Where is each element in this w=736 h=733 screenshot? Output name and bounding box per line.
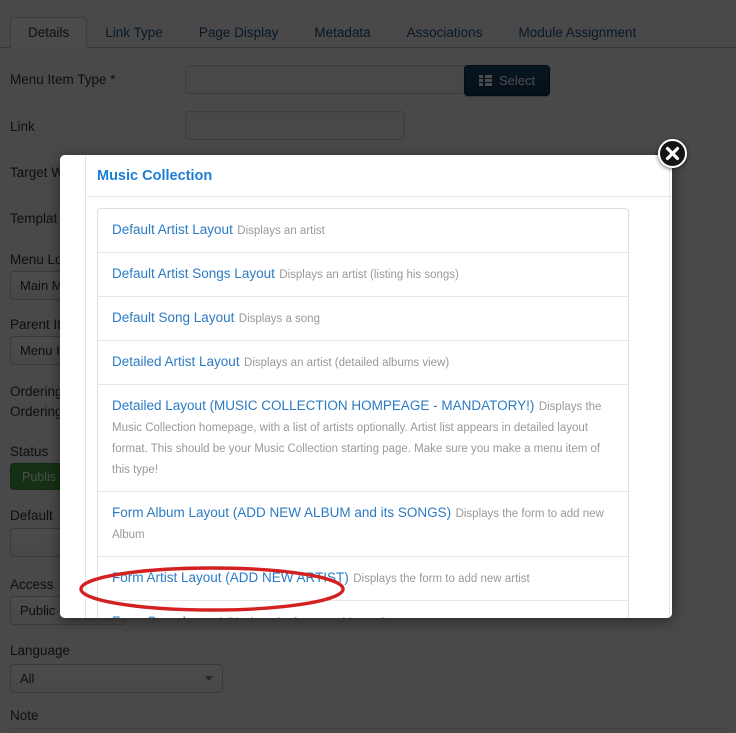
- list-item-name: Detailed Artist Layout: [112, 354, 240, 369]
- list-item-desc: Displays an artist (detailed albums view…: [244, 357, 450, 369]
- list-item[interactable]: Form Album Layout (ADD NEW ALBUM and its…: [98, 492, 628, 557]
- modal-scroll-area[interactable]: Default Artist Layout Displays an artist…: [87, 198, 672, 618]
- list-item-name: Default Artist Layout: [112, 222, 233, 237]
- list-item[interactable]: Form Artist Layout (ADD NEW ARTIST) Disp…: [98, 557, 628, 601]
- modal-left-gutter: [60, 155, 86, 618]
- list-item[interactable]: Default Artist Songs Layout Displays an …: [98, 253, 628, 297]
- modal-body: Music Collection Default Artist Layout D…: [87, 155, 672, 618]
- list-item-desc: Displays an artist (listing his songs): [279, 269, 459, 281]
- list-item[interactable]: Form Song Layout Displays the form to ad…: [98, 601, 628, 618]
- list-item-desc: Displays a song: [238, 313, 320, 325]
- list-item[interactable]: Default Artist Layout Displays an artist: [98, 209, 628, 253]
- list-item[interactable]: Detailed Artist Layout Displays an artis…: [98, 341, 628, 385]
- list-item-name: Form Song Layout: [112, 614, 223, 618]
- menu-item-type-modal: Music Collection Default Artist Layout D…: [60, 155, 672, 618]
- list-item-desc: Displays the form to add new artist: [353, 573, 530, 585]
- list-item-name: Form Artist Layout (ADD NEW ARTIST): [112, 570, 349, 585]
- list-item-name: Default Song Layout: [112, 310, 235, 325]
- close-modal-button[interactable]: [658, 139, 687, 168]
- modal-title: Music Collection: [97, 167, 213, 184]
- list-item-desc: Displays the form to add new Song: [228, 617, 406, 618]
- list-item[interactable]: Detailed Layout (MUSIC COLLECTION HOMPEA…: [98, 385, 628, 492]
- menu-item-type-list: Default Artist Layout Displays an artist…: [97, 208, 629, 618]
- list-item-name: Form Album Layout (ADD NEW ALBUM and its…: [112, 505, 452, 520]
- close-x-icon: [665, 146, 680, 161]
- modal-header: Music Collection: [87, 155, 672, 197]
- list-item-name: Detailed Layout (MUSIC COLLECTION HOMPEA…: [112, 398, 535, 413]
- list-item[interactable]: Default Song Layout Displays a song: [98, 297, 628, 341]
- list-item-desc: Displays an artist: [237, 225, 325, 237]
- list-item-name: Default Artist Songs Layout: [112, 266, 275, 281]
